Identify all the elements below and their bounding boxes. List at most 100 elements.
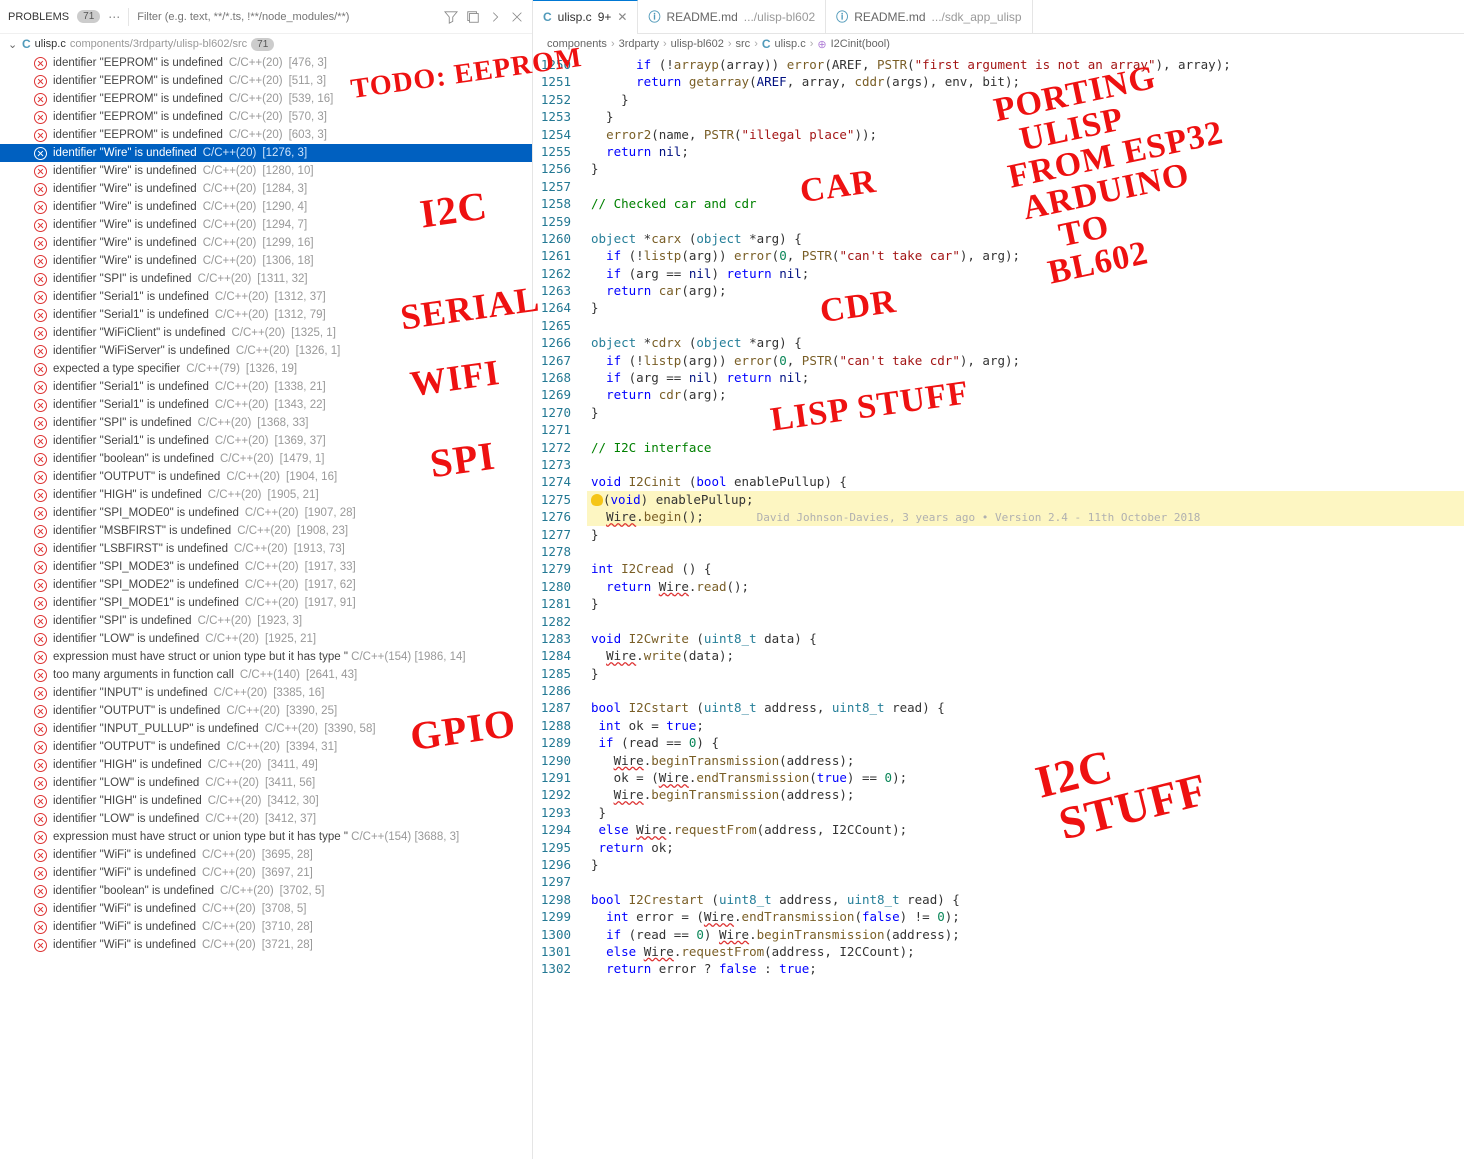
problem-row[interactable]: identifier "Wire" is undefined C/C++(20)…: [0, 216, 532, 234]
breadcrumb-segment[interactable]: ulisp-bl602: [671, 38, 724, 50]
code-line[interactable]: if (!arrayp(array)) error(AREF, PSTR("fi…: [587, 56, 1464, 73]
next-icon[interactable]: [488, 10, 502, 24]
code-line[interactable]: return nil;: [587, 143, 1464, 160]
code-line[interactable]: if (read == 0) Wire.beginTransmission(ad…: [587, 926, 1464, 943]
code-line[interactable]: int I2Cread () {: [587, 560, 1464, 577]
code-line[interactable]: [587, 873, 1464, 890]
code-line[interactable]: return getarray(AREF, array, cddr(args),…: [587, 73, 1464, 90]
code-line[interactable]: if (arg == nil) return nil;: [587, 369, 1464, 386]
code-line[interactable]: }: [587, 91, 1464, 108]
breadcrumb-segment[interactable]: src: [736, 38, 751, 50]
code-line[interactable]: void I2Cinit (bool enablePullup) {: [587, 473, 1464, 490]
problems-list[interactable]: identifier "EEPROM" is undefined C/C++(2…: [0, 54, 532, 1159]
problem-row[interactable]: identifier "EEPROM" is undefined C/C++(2…: [0, 126, 532, 144]
code-line[interactable]: }: [587, 665, 1464, 682]
problem-row[interactable]: identifier "WiFi" is undefined C/C++(20)…: [0, 918, 532, 936]
problem-row[interactable]: identifier "Serial1" is undefined C/C++(…: [0, 432, 532, 450]
code-line[interactable]: bool I2Cstart (uint8_t address, uint8_t …: [587, 699, 1464, 716]
editor-tab[interactable]: ⓘREADME.md .../sdk_app_ulisp: [826, 0, 1032, 34]
code-line[interactable]: }: [587, 804, 1464, 821]
code-line[interactable]: }: [587, 404, 1464, 421]
problem-row[interactable]: identifier "Wire" is undefined C/C++(20)…: [0, 162, 532, 180]
collapse-all-icon[interactable]: [466, 10, 480, 24]
problem-row[interactable]: identifier "WiFiServer" is undefined C/C…: [0, 342, 532, 360]
code-line[interactable]: return ok;: [587, 839, 1464, 856]
problem-row[interactable]: identifier "SPI_MODE3" is undefined C/C+…: [0, 558, 532, 576]
problem-row[interactable]: identifier "EEPROM" is undefined C/C++(2…: [0, 108, 532, 126]
problem-row[interactable]: identifier "Serial1" is undefined C/C++(…: [0, 378, 532, 396]
breadcrumb-segment[interactable]: 3rdparty: [619, 38, 659, 50]
problem-row[interactable]: identifier "SPI" is undefined C/C++(20) …: [0, 612, 532, 630]
problem-row[interactable]: identifier "HIGH" is undefined C/C++(20)…: [0, 486, 532, 504]
filter-input[interactable]: [137, 11, 436, 23]
problem-row[interactable]: identifier "Wire" is undefined C/C++(20)…: [0, 252, 532, 270]
problem-row[interactable]: identifier "SPI" is undefined C/C++(20) …: [0, 414, 532, 432]
breadcrumb-segment[interactable]: components: [547, 38, 607, 50]
problem-row[interactable]: identifier "Wire" is undefined C/C++(20)…: [0, 180, 532, 198]
problem-row[interactable]: identifier "Serial1" is undefined C/C++(…: [0, 306, 532, 324]
problem-row[interactable]: identifier "OUTPUT" is undefined C/C++(2…: [0, 738, 532, 756]
problem-row[interactable]: identifier "Serial1" is undefined C/C++(…: [0, 288, 532, 306]
code-line[interactable]: ok = (Wire.endTransmission(true) == 0);: [587, 769, 1464, 786]
editor-tab[interactable]: Culisp.c 9+ ✕: [533, 0, 638, 34]
problem-row[interactable]: identifier "LOW" is undefined C/C++(20) …: [0, 810, 532, 828]
problem-row[interactable]: too many arguments in function call C/C+…: [0, 666, 532, 684]
problem-row[interactable]: identifier "WiFi" is undefined C/C++(20)…: [0, 846, 532, 864]
code-line[interactable]: [587, 317, 1464, 334]
code-line[interactable]: // Checked car and cdr: [587, 195, 1464, 212]
problem-row[interactable]: identifier "WiFi" is undefined C/C++(20)…: [0, 936, 532, 954]
code-line[interactable]: [587, 213, 1464, 230]
code-line[interactable]: error2(name, PSTR("illegal place"));: [587, 126, 1464, 143]
code-content[interactable]: if (!arrayp(array)) error(AREF, PSTR("fi…: [587, 54, 1464, 1159]
code-line[interactable]: return Wire.read();: [587, 578, 1464, 595]
code-line[interactable]: }: [587, 160, 1464, 177]
tab-close-icon[interactable]: ✕: [617, 10, 627, 24]
code-line[interactable]: Wire.beginTransmission(address);: [587, 752, 1464, 769]
code-line[interactable]: }: [587, 299, 1464, 316]
code-line[interactable]: if (!listp(arg)) error(0, PSTR("can't ta…: [587, 352, 1464, 369]
problem-row[interactable]: identifier "boolean" is undefined C/C++(…: [0, 450, 532, 468]
problem-row[interactable]: identifier "SPI" is undefined C/C++(20) …: [0, 270, 532, 288]
code-line[interactable]: [587, 682, 1464, 699]
code-line[interactable]: }: [587, 526, 1464, 543]
problem-row[interactable]: identifier "WiFi" is undefined C/C++(20)…: [0, 900, 532, 918]
code-line[interactable]: Wire.write(data);: [587, 647, 1464, 664]
code-line[interactable]: return cdr(arg);: [587, 386, 1464, 403]
code-line[interactable]: }: [587, 595, 1464, 612]
problem-row[interactable]: identifier "LOW" is undefined C/C++(20) …: [0, 774, 532, 792]
overflow-icon[interactable]: ⋯: [108, 10, 120, 24]
problem-row[interactable]: identifier "HIGH" is undefined C/C++(20)…: [0, 792, 532, 810]
code-line[interactable]: }: [587, 856, 1464, 873]
problem-row[interactable]: identifier "Wire" is undefined C/C++(20)…: [0, 198, 532, 216]
problem-row[interactable]: identifier "OUTPUT" is undefined C/C++(2…: [0, 468, 532, 486]
problem-row[interactable]: identifier "EEPROM" is undefined C/C++(2…: [0, 54, 532, 72]
code-line[interactable]: int error = (Wire.endTransmission(false)…: [587, 908, 1464, 925]
problem-row[interactable]: identifier "LOW" is undefined C/C++(20) …: [0, 630, 532, 648]
code-line[interactable]: [587, 613, 1464, 630]
code-line[interactable]: bool I2Crestart (uint8_t address, uint8_…: [587, 891, 1464, 908]
code-line[interactable]: [587, 543, 1464, 560]
close-icon[interactable]: [510, 10, 524, 24]
code-line[interactable]: Wire.begin(); David Johnson-Davies, 3 ye…: [587, 508, 1464, 525]
code-line[interactable]: [587, 178, 1464, 195]
code-line[interactable]: // I2C interface: [587, 439, 1464, 456]
file-group-header[interactable]: ⌄ C ulisp.c components/3rdparty/ulisp-bl…: [0, 34, 532, 54]
problem-row[interactable]: identifier "SPI_MODE0" is undefined C/C+…: [0, 504, 532, 522]
problem-row[interactable]: identifier "boolean" is undefined C/C++(…: [0, 882, 532, 900]
breadcrumb[interactable]: components›3rdparty›ulisp-bl602›src›C ul…: [533, 34, 1464, 54]
code-line[interactable]: object *carx (object *arg) {: [587, 230, 1464, 247]
code-line[interactable]: if (read == 0) {: [587, 734, 1464, 751]
code-editor[interactable]: 1250125112521253125412551256125712581259…: [533, 54, 1464, 1159]
problem-row[interactable]: identifier "Wire" is undefined C/C++(20)…: [0, 144, 532, 162]
problem-row[interactable]: identifier "MSBFIRST" is undefined C/C++…: [0, 522, 532, 540]
problem-row[interactable]: expected a type specifier C/C++(79) [132…: [0, 360, 532, 378]
problem-row[interactable]: identifier "SPI_MODE1" is undefined C/C+…: [0, 594, 532, 612]
code-line[interactable]: return error ? false : true;: [587, 960, 1464, 977]
problem-row[interactable]: expression must have struct or union typ…: [0, 828, 532, 846]
problem-row[interactable]: expression must have struct or union typ…: [0, 648, 532, 666]
code-line[interactable]: }: [587, 108, 1464, 125]
code-line[interactable]: object *cdrx (object *arg) {: [587, 334, 1464, 351]
problem-row[interactable]: identifier "HIGH" is undefined C/C++(20)…: [0, 756, 532, 774]
breadcrumb-segment[interactable]: I2Cinit(bool): [831, 38, 890, 50]
code-line[interactable]: if (!listp(arg)) error(0, PSTR("can't ta…: [587, 247, 1464, 264]
